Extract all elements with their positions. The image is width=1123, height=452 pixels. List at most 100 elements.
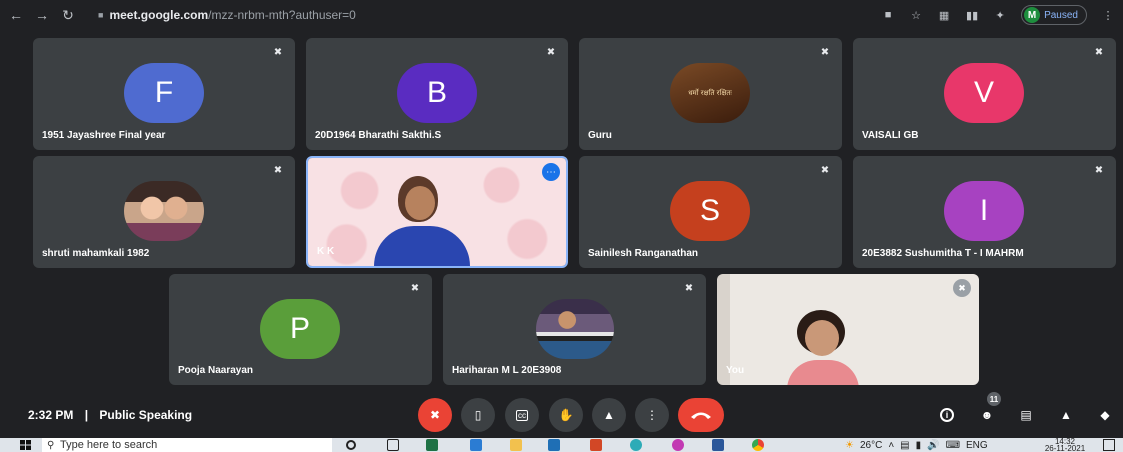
avatar-photo <box>124 181 204 241</box>
participant-name: Pooja Naarayan <box>178 365 254 376</box>
apps-icon[interactable]: ▦ <box>937 9 951 22</box>
app-icon[interactable] <box>470 439 482 451</box>
hand-icon: ✋ <box>558 408 574 422</box>
camera-toggle-button[interactable]: ▯ <box>461 398 495 432</box>
profile-status: Paused <box>1044 9 1078 21</box>
mic-off-icon: ✖ <box>820 164 830 176</box>
windows-start-icon[interactable] <box>20 440 31 450</box>
participant-tile[interactable]: V ✖ VAISALI GB <box>853 38 1116 150</box>
powerpoint-icon[interactable] <box>590 439 602 451</box>
avatar: S <box>670 181 750 241</box>
chat-button[interactable]: ▤ <box>1015 404 1037 426</box>
forward-icon[interactable]: → <box>32 5 52 25</box>
activities-button[interactable]: ▲ <box>1055 404 1077 426</box>
people-button[interactable]: ☻ <box>976 404 998 426</box>
camera-indicator-icon[interactable]: ■ <box>881 9 895 21</box>
mic-off-icon: ✖ <box>429 408 441 422</box>
volume-icon[interactable]: 🔊 <box>927 440 939 451</box>
chrome-icon[interactable] <box>752 439 764 451</box>
participant-tile[interactable]: P ✖ Pooja Naarayan <box>169 274 432 385</box>
cortana-icon[interactable] <box>346 440 356 450</box>
store-icon[interactable] <box>548 439 560 451</box>
profile-avatar: M <box>1024 7 1041 23</box>
camera-icon: ▯ <box>474 408 482 422</box>
present-button[interactable]: ▲ <box>592 398 626 432</box>
avatar-photo-text: धर्मो रक्षति रक्षितः <box>688 88 732 97</box>
taskbar-clock[interactable]: 14:32 26-11-2021 <box>1040 438 1090 452</box>
back-icon[interactable]: ← <box>6 5 26 25</box>
file-explorer-icon[interactable] <box>510 439 522 451</box>
keyboard-icon[interactable]: ⌨ <box>946 440 960 451</box>
avatar-photo: धर्मो रक्षति रक्षितः <box>670 63 750 123</box>
mic-off-icon: ✖ <box>273 164 283 176</box>
url-host: meet.google.com <box>109 8 209 22</box>
people-icon: ☻ <box>980 408 994 422</box>
participant-name: Sainilesh Ranganathan <box>588 248 699 259</box>
more-options-button[interactable]: ⋮ <box>635 398 669 432</box>
address-bar[interactable]: ■ meet.google.com/mzz-nrbm-mth?authuser=… <box>88 4 366 26</box>
raise-hand-button[interactable]: ✋ <box>549 398 583 432</box>
mic-off-icon: ✖ <box>273 46 283 58</box>
participant-name: 20E3882 Sushumitha T - I MAHRM <box>862 248 1024 259</box>
mic-off-icon: ✖ <box>410 282 420 294</box>
reading-list-icon[interactable]: ▮▮ <box>965 9 979 22</box>
participant-tile[interactable]: S ✖ Sainilesh Ranganathan <box>579 156 842 268</box>
browser-toolbar: ← → ↻ ■ meet.google.com/mzz-nrbm-mth?aut… <box>0 0 1123 30</box>
more-options-icon[interactable]: ⋯ <box>542 163 560 181</box>
participant-tile[interactable]: B ✖ 20D1964 Bharathi Sakthi.S <box>306 38 568 150</box>
mic-off-icon: ✖ <box>546 46 556 58</box>
system-tray: ☀ 26°C ˄ ▤ ▮ 🔊 ⌨ ENG <box>845 438 988 452</box>
mic-off-icon: ✖ <box>1094 164 1104 176</box>
bookmark-star-icon[interactable]: ☆ <box>909 9 923 22</box>
menu-icon[interactable]: ⋮ <box>1101 9 1115 22</box>
mic-off-icon: ✖ <box>1094 46 1104 58</box>
avatar: I <box>944 181 1024 241</box>
app-icon[interactable] <box>672 439 684 451</box>
shield-icon: ◆ <box>1100 408 1110 422</box>
participant-tile[interactable]: F ✖ 1951 Jayashree Final year <box>33 38 295 150</box>
participant-tile[interactable]: I ✖ 20E3882 Sushumitha T - I MAHRM <box>853 156 1116 268</box>
participant-tile-active[interactable]: ⋯ K K <box>306 156 568 268</box>
chevron-up-icon[interactable]: ˄ <box>888 440 894 451</box>
participant-count-badge: 11 <box>987 392 1001 406</box>
mic-toggle-button[interactable]: ✖ <box>418 398 452 432</box>
avatar-photo <box>536 299 614 359</box>
participant-tile[interactable]: ✖ shruti mahamkali 1982 <box>33 156 295 268</box>
participant-name: shruti mahamkali 1982 <box>42 248 150 259</box>
self-view-tile[interactable]: ✖ You <box>717 274 979 385</box>
notifications-icon[interactable] <box>1103 439 1115 451</box>
captions-button[interactable]: cc <box>505 398 539 432</box>
search-icon: ⚲ <box>47 439 55 451</box>
word-icon[interactable] <box>712 439 724 451</box>
weather-icon: ☀ <box>845 439 854 451</box>
more-vert-icon: ⋮ <box>646 408 658 422</box>
meeting-details-button[interactable]: i <box>936 404 958 426</box>
language-indicator[interactable]: ENG <box>966 440 988 451</box>
profile-button[interactable]: M Paused <box>1021 5 1087 25</box>
reload-icon[interactable]: ↻ <box>58 5 78 25</box>
mic-off-icon: ✖ <box>820 46 830 58</box>
temperature[interactable]: 26°C <box>860 440 882 451</box>
participant-name: 1951 Jayashree Final year <box>42 130 166 141</box>
self-face <box>805 320 839 356</box>
edge-icon[interactable] <box>630 439 642 451</box>
taskbar-search[interactable]: ⚲ Type here to search <box>42 438 332 452</box>
meeting-time: 2:32 PM <box>28 408 74 422</box>
host-controls-button[interactable]: ◆ <box>1094 404 1116 426</box>
avatar: P <box>260 299 340 359</box>
participant-name: Guru <box>588 130 612 141</box>
battery-icon[interactable]: ▮ <box>916 440 922 451</box>
excel-icon[interactable] <box>426 439 438 451</box>
hang-up-icon <box>691 412 711 419</box>
meeting-title: Public Speaking <box>99 408 193 422</box>
windows-taskbar: ⚲ Type here to search ☀ 26°C ˄ ▤ ▮ 🔊 ⌨ E… <box>0 438 1123 452</box>
network-icon[interactable]: ▤ <box>900 440 909 451</box>
extensions-icon[interactable]: ✦ <box>993 9 1007 22</box>
present-screen-icon: ▲ <box>603 408 615 422</box>
leave-call-button[interactable] <box>678 398 724 432</box>
participant-tile[interactable]: धर्मो रक्षति रक्षितः ✖ Guru <box>579 38 842 150</box>
participant-tile[interactable]: ✖ Hariharan M L 20E3908 <box>443 274 706 385</box>
avatar: V <box>944 63 1024 123</box>
lock-icon: ■ <box>98 10 104 20</box>
task-view-icon[interactable] <box>387 439 399 451</box>
